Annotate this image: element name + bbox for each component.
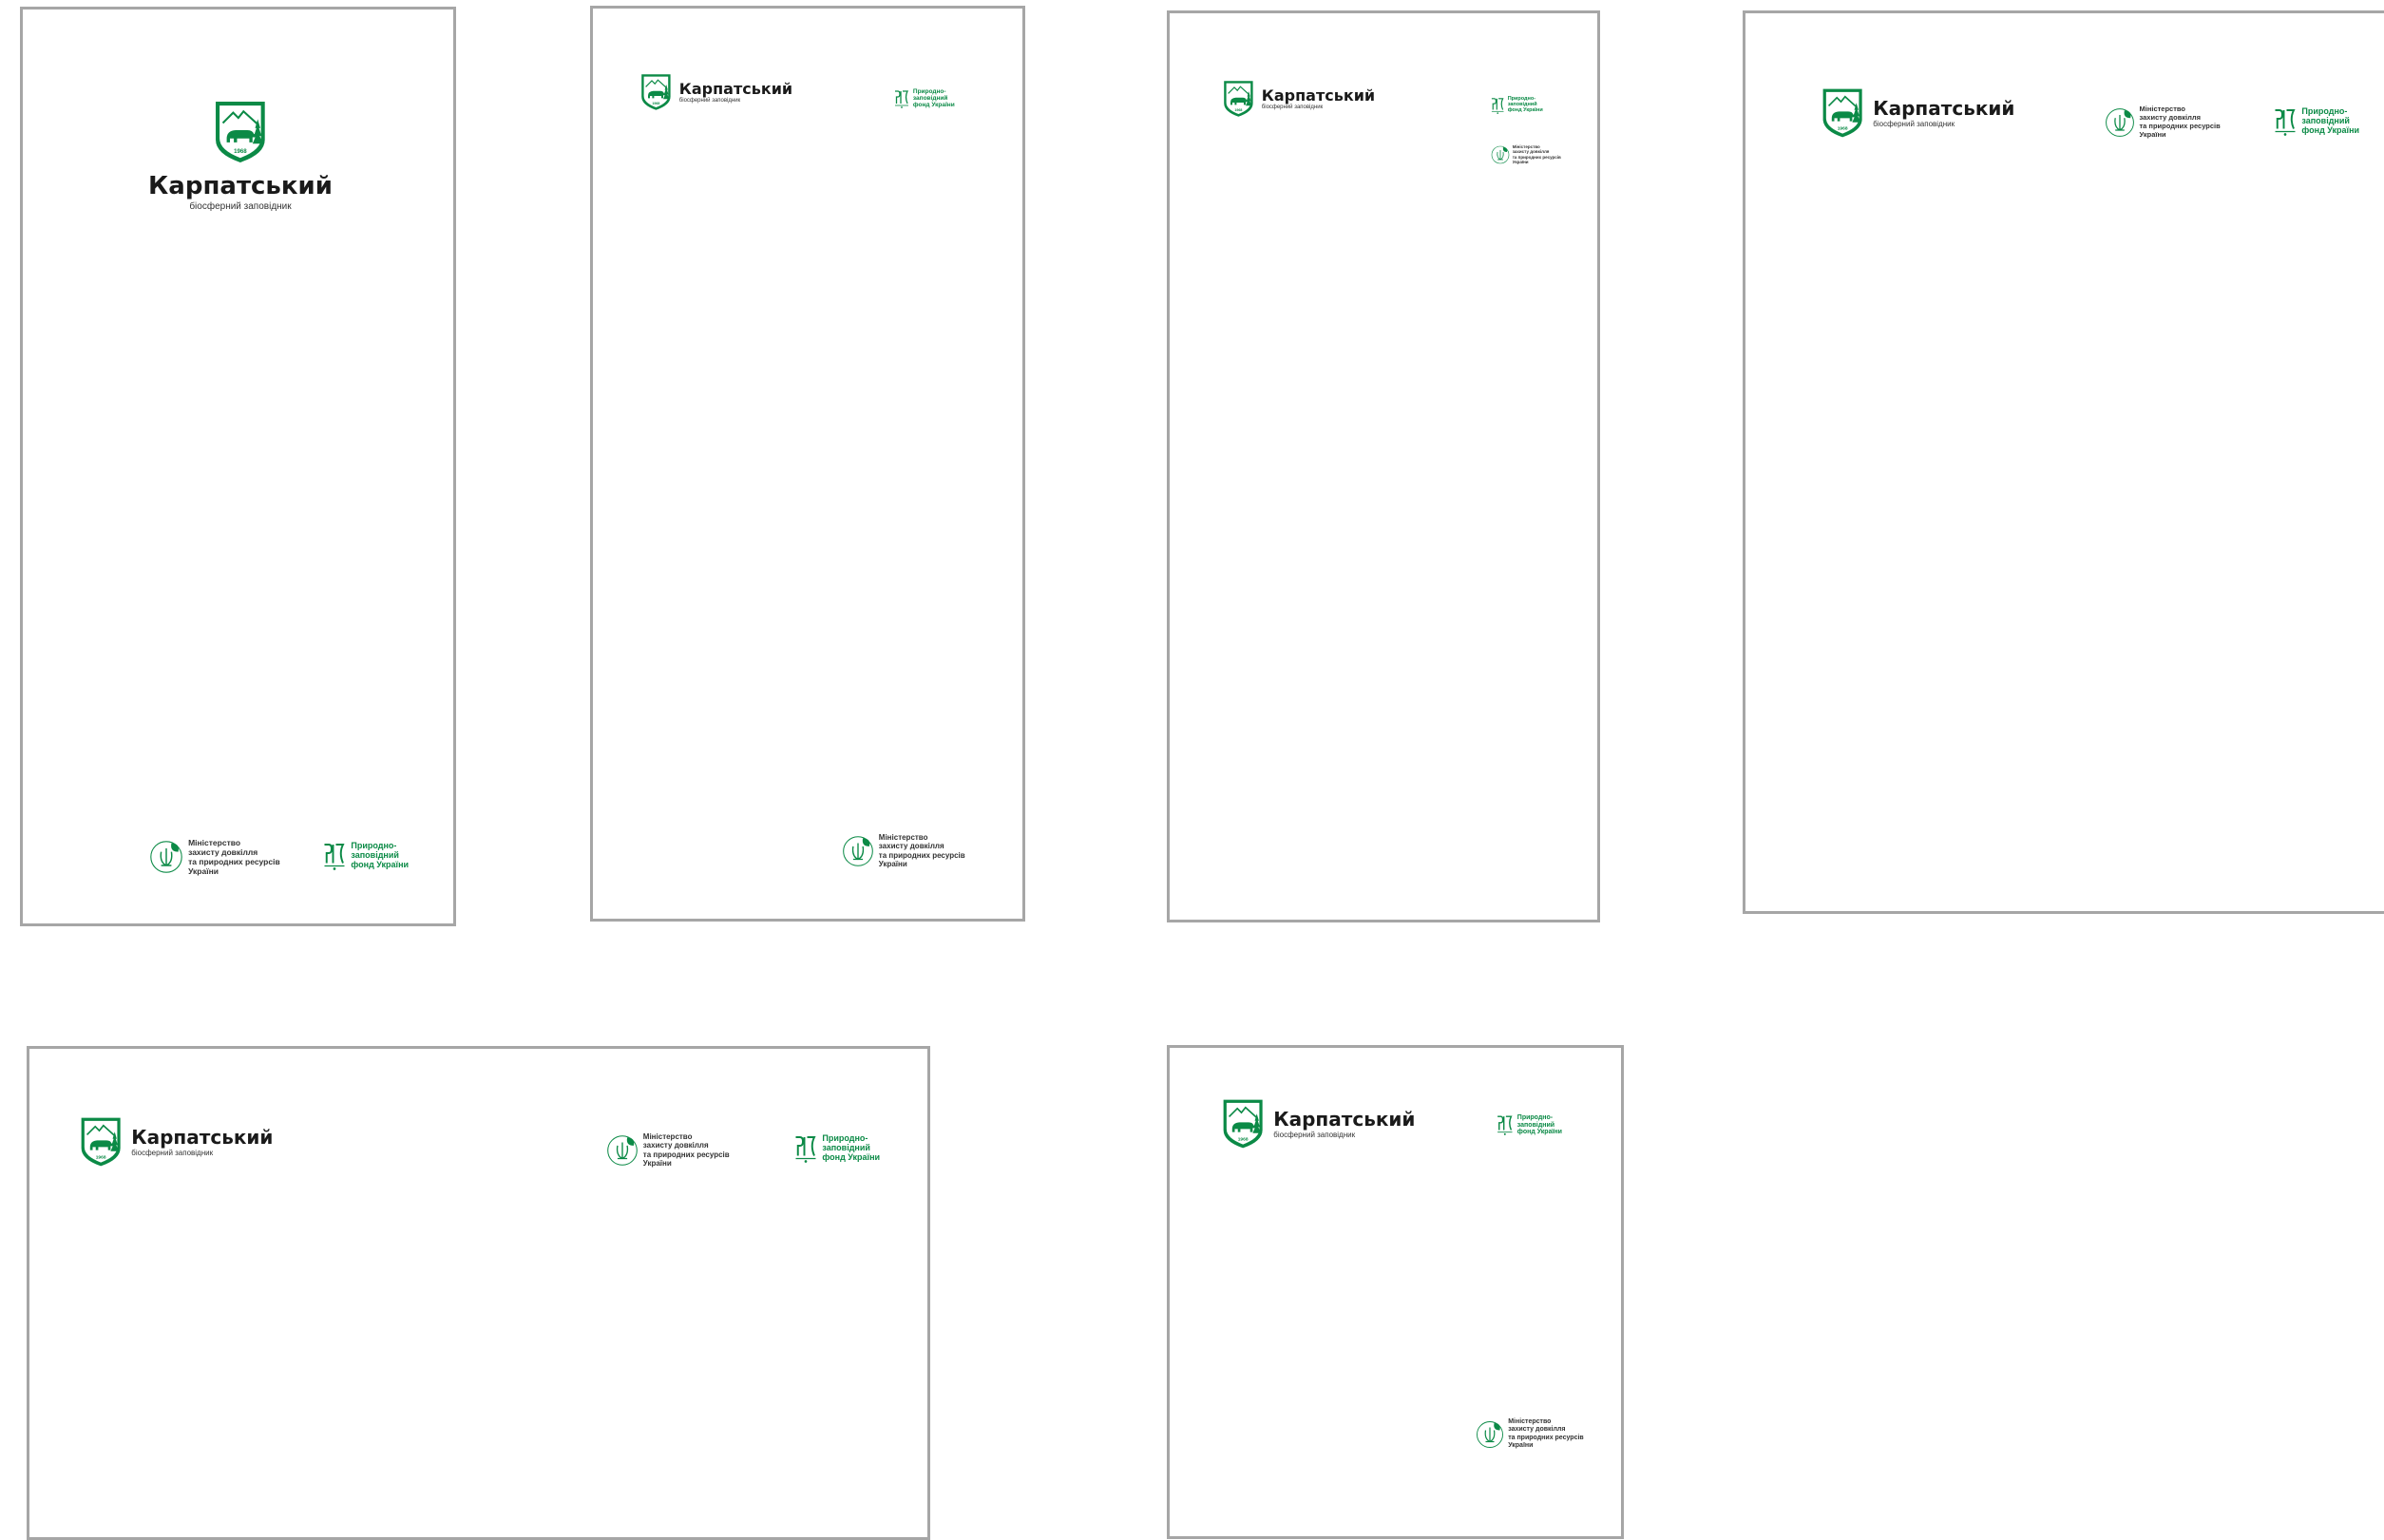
ministry-line-2: захисту довкілля	[878, 842, 944, 851]
pzf-monogram-icon	[794, 1134, 817, 1163]
ministry-line-1: Міністерство	[878, 833, 928, 842]
ministry-line-2: захисту довкілля	[642, 1141, 709, 1150]
pzf-logo: Природно- заповідний фонд України	[1497, 1114, 1562, 1136]
ministry-logo: Міністерство захисту довкілля та природн…	[149, 838, 280, 876]
svg-text:1968: 1968	[652, 102, 659, 105]
reserve-title: Карпатський	[1261, 86, 1376, 105]
pzf-line-3: фонд України	[1516, 1129, 1562, 1136]
pzf-logo: Природно- заповідний фонд України	[1491, 96, 1543, 114]
reserve-subtitle: біосферний заповідник	[1873, 120, 1955, 129]
bear-mountain-shield-icon: 1968	[80, 1116, 122, 1168]
ministry-logo: Міністерство захисту довкілля та природн…	[2105, 105, 2221, 139]
ministry-line-3: та природних ресурсів	[188, 857, 280, 867]
svg-text:1968: 1968	[1238, 1136, 1249, 1142]
ministry-logo: Міністерство захисту довкілля та природн…	[606, 1132, 730, 1169]
pzf-logo: Природно- заповідний фонд України	[894, 88, 955, 108]
ministry-logo: Міністерство захисту довкілля та природн…	[1476, 1418, 1584, 1450]
ministry-line-1: Міністерство	[642, 1132, 693, 1141]
bear-mountain-shield-icon: 1968	[1223, 80, 1254, 118]
ministry-line-3: та природних ресурсів	[1508, 1434, 1584, 1441]
pzf-logo: Природно- заповідний фонд України	[2274, 107, 2359, 136]
trident-leaf-icon	[1476, 1420, 1504, 1449]
bear-mountain-shield-icon: 1968	[1222, 1098, 1264, 1150]
trident-leaf-icon	[2105, 107, 2135, 138]
ministry-line-4: України	[2139, 129, 2166, 139]
bear-mountain-shield-icon: 1968	[1821, 87, 1863, 139]
trident-leaf-icon	[842, 835, 874, 867]
ministry-logo: Міністерство захисту довкілля та природн…	[1491, 144, 1561, 164]
letterhead-sheet-4: 1968 Карпатський біосферний заповідник М…	[1743, 10, 2384, 914]
svg-text:1968: 1968	[1234, 108, 1242, 112]
ministry-line-4: України	[188, 866, 219, 877]
pzf-line-3: фонд України	[912, 102, 955, 109]
pzf-line-3: фонд України	[351, 859, 410, 869]
ministry-line-2: захисту довкілля	[188, 847, 258, 858]
trident-leaf-icon	[606, 1134, 639, 1167]
ministry-line-2: захисту довкілля	[1508, 1426, 1566, 1434]
trident-leaf-icon	[1491, 145, 1510, 164]
reserve-subtitle: біосферний заповідник	[1273, 1131, 1356, 1140]
ministry-line-3: та природних ресурсів	[878, 850, 965, 860]
letterhead-sheet-2: 1968 Карпатський біосферний заповідник П…	[590, 6, 1025, 922]
pzf-line-3: фонд України	[1507, 106, 1543, 113]
pzf-monogram-icon	[1491, 97, 1504, 114]
reserve-subtitle: біосферний заповідник	[189, 201, 292, 213]
ministry-logo: Міністерство захисту довкілля та природн…	[842, 833, 965, 869]
ministry-line-1: Міністерство	[188, 838, 241, 847]
reserve-title: Карпатський	[678, 79, 793, 98]
letterhead-sheet-3: 1968 Карпатський біосферний заповідник П…	[1167, 10, 1600, 922]
bear-mountain-shield-icon: 1968	[640, 73, 672, 111]
reserve-subtitle: біосферний заповідник	[1261, 105, 1324, 111]
letterhead-sheet-5: 1968 Карпатський біосферний заповідник М…	[27, 1046, 930, 1540]
letterhead-sheet-1: 1968 Карпатський біосферний заповідник М…	[20, 7, 456, 926]
pzf-logo: Природно- заповідний фонд України	[323, 842, 409, 870]
bear-mountain-shield-icon: 1968	[214, 100, 267, 164]
reserve-title: Карпатський	[1873, 96, 2015, 120]
ministry-line-4: України	[878, 860, 907, 869]
pzf-line-2: заповідний	[912, 95, 948, 103]
trident-leaf-icon	[149, 840, 183, 874]
ministry-line-3: та природних ресурсів	[642, 1150, 730, 1159]
reserve-title: Карпатський	[131, 1125, 274, 1149]
reserve-logo: 1968 Карпатський біосферний заповідник	[80, 1116, 273, 1168]
pzf-line-3: фонд України	[2301, 124, 2360, 135]
pzf-line-3: фонд України	[822, 1151, 881, 1162]
pzf-line-2: заповідний	[1516, 1121, 1555, 1129]
reserve-logo: 1968 Карпатський біосферний заповідник	[145, 100, 335, 212]
pzf-line-1: Природно-	[1516, 1114, 1554, 1121]
pzf-monogram-icon	[323, 842, 346, 870]
reserve-logo: 1968 Карпатський біосферний заповідник	[640, 73, 792, 111]
ministry-line-4: України	[642, 1159, 672, 1169]
reserve-logo: 1968 Карпатський біосферний заповідник	[1821, 87, 2014, 139]
reserve-title: Карпатський	[1273, 1107, 1416, 1131]
reserve-subtitle: біосферний заповідник	[678, 98, 741, 105]
reserve-logo: 1968 Карпатський біосферний заповідник	[1222, 1098, 1415, 1150]
pzf-monogram-icon	[1497, 1114, 1514, 1136]
svg-text:1968: 1968	[234, 148, 247, 155]
pzf-logo: Природно- заповідний фонд України	[794, 1134, 880, 1163]
reserve-logo: 1968 Карпатський біосферний заповідник	[1223, 80, 1375, 118]
ministry-line-4: України	[1512, 159, 1529, 164]
svg-text:1968: 1968	[96, 1154, 106, 1160]
letterhead-sheet-6: 1968 Карпатський біосферний заповідник П…	[1167, 1045, 1624, 1539]
reserve-title: Карпатський	[148, 172, 333, 201]
pzf-monogram-icon	[2274, 107, 2297, 136]
svg-text:1968: 1968	[1838, 125, 1848, 131]
ministry-line-4: України	[1508, 1441, 1534, 1449]
pzf-line-1: Природно-	[912, 88, 946, 95]
pzf-monogram-icon	[894, 89, 909, 108]
ministry-line-1: Міністерство	[1508, 1418, 1552, 1425]
reserve-subtitle: біосферний заповідник	[131, 1149, 214, 1158]
